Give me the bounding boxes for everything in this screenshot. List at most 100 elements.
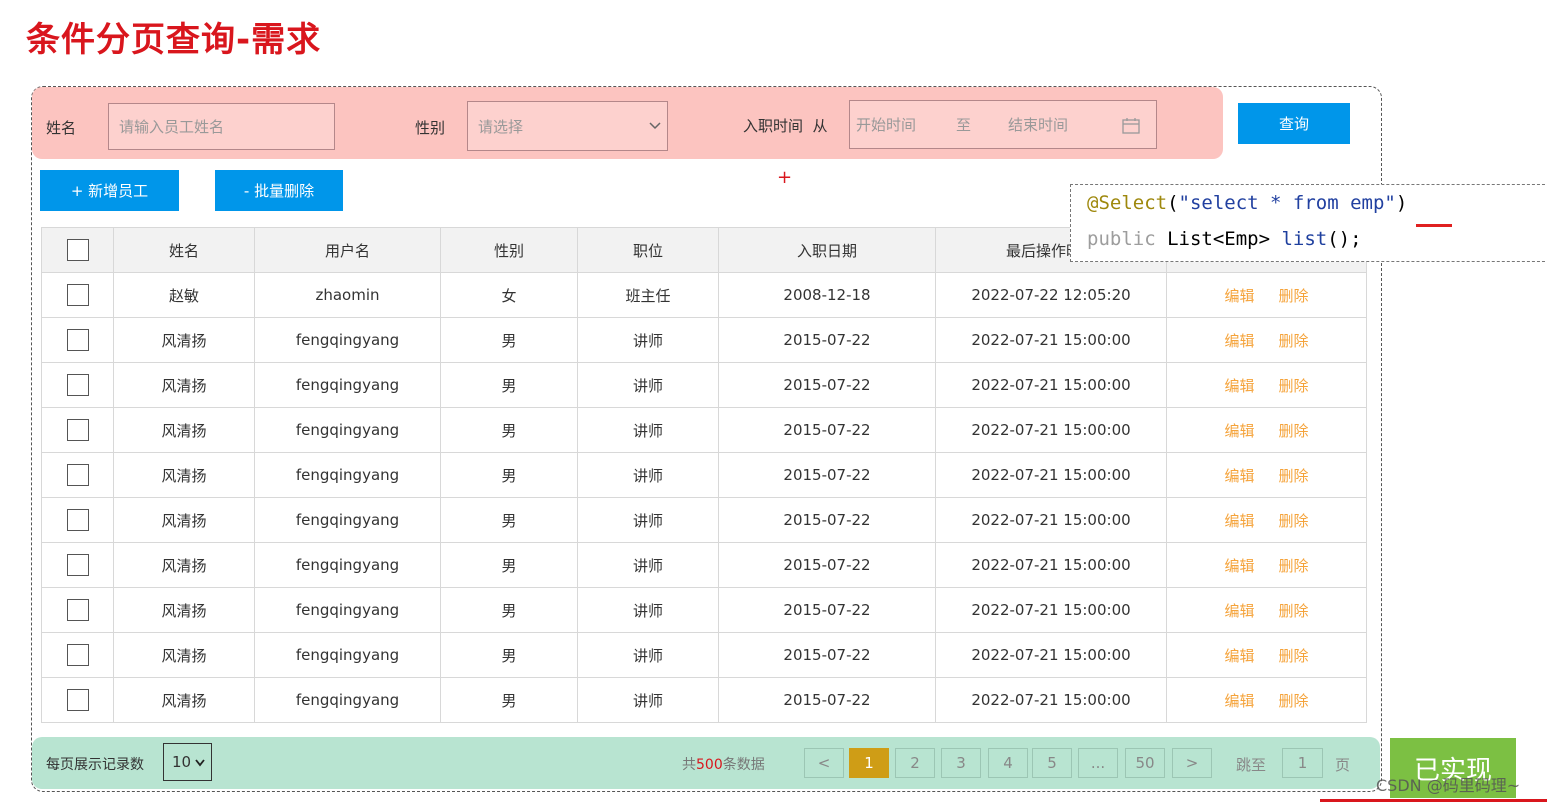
edit-link[interactable]: 编辑: [1224, 287, 1254, 305]
name-placeholder: 请输入员工姓名: [119, 118, 225, 136]
edit-link[interactable]: 编辑: [1224, 557, 1254, 575]
row-checkbox[interactable]: [66, 284, 89, 306]
delete-link[interactable]: 删除: [1279, 287, 1309, 305]
page-size-value: 10: [172, 753, 192, 771]
header-name: 姓名: [113, 227, 255, 273]
select-all-checkbox[interactable]: [66, 239, 89, 261]
table-row: 风清扬 fengqingyang 男 讲师 2015-07-22 2022-07…: [41, 362, 1367, 408]
delete-link[interactable]: 删除: [1279, 602, 1309, 620]
cell-last-op: 2022-07-21 15:00:00: [935, 497, 1167, 543]
cell-operations: 编辑 删除: [1166, 452, 1367, 498]
cell-operations: 编辑 删除: [1166, 587, 1367, 633]
edit-link[interactable]: 编辑: [1224, 332, 1254, 350]
delete-link[interactable]: 删除: [1279, 422, 1309, 440]
cell-entry-date: 2015-07-22: [718, 452, 936, 498]
cell-username: fengqingyang: [254, 362, 441, 408]
add-employee-button[interactable]: + 新增员工: [40, 170, 179, 211]
cell-last-op: 2022-07-21 15:00:00: [935, 677, 1167, 723]
delete-link[interactable]: 删除: [1279, 647, 1309, 665]
row-checkbox[interactable]: [66, 644, 89, 666]
edit-link[interactable]: 编辑: [1224, 647, 1254, 665]
start-date-placeholder: 开始时间: [856, 116, 917, 134]
page-size-label: 每页展示记录数: [46, 757, 144, 773]
page-button-1[interactable]: 1: [849, 748, 889, 778]
entry-date-label: 入职时间 从: [743, 117, 828, 135]
table-row: 风清扬 fengqingyang 男 讲师 2015-07-22 2022-07…: [41, 317, 1367, 363]
code-return-type: List<Emp>: [1167, 228, 1282, 250]
page-button-2[interactable]: 2: [895, 748, 935, 778]
row-checkbox[interactable]: [66, 509, 89, 531]
total-prefix: 共: [682, 757, 696, 773]
edit-link[interactable]: 编辑: [1224, 377, 1254, 395]
next-page-button[interactable]: >: [1172, 748, 1212, 778]
chevron-down-icon: [195, 759, 205, 767]
row-checkbox[interactable]: [66, 419, 89, 441]
row-checkbox[interactable]: [66, 329, 89, 351]
table-row: 风清扬 fengqingyang 男 讲师 2015-07-22 2022-07…: [41, 542, 1367, 588]
red-underline: [1416, 224, 1452, 227]
row-checkbox[interactable]: [66, 689, 89, 711]
total-records: 共500条数据: [682, 754, 765, 774]
cell-position: 讲师: [577, 632, 719, 678]
cell-operations: 编辑 删除: [1166, 317, 1367, 363]
batch-delete-button[interactable]: - 批量删除: [215, 170, 343, 211]
cell-position: 讲师: [577, 362, 719, 408]
code-line-2: public List<Emp> list();: [1087, 228, 1362, 250]
cell-entry-date: 2015-07-22: [718, 542, 936, 588]
page-unit-label: 页: [1335, 756, 1351, 774]
delete-link[interactable]: 删除: [1279, 332, 1309, 350]
edit-link[interactable]: 编辑: [1224, 422, 1254, 440]
cell-position: 班主任: [577, 272, 719, 318]
edit-link[interactable]: 编辑: [1224, 467, 1254, 485]
delete-link[interactable]: 删除: [1279, 467, 1309, 485]
row-checkbox[interactable]: [66, 599, 89, 621]
row-checkbox[interactable]: [66, 464, 89, 486]
cell-gender: 男: [440, 632, 578, 678]
page-button-5[interactable]: 5: [1032, 748, 1072, 778]
edit-link[interactable]: 编辑: [1224, 602, 1254, 620]
cell-gender: 男: [440, 452, 578, 498]
delete-link[interactable]: 删除: [1279, 377, 1309, 395]
code-paren-open: (: [1167, 192, 1179, 214]
jump-page-input[interactable]: 1: [1282, 748, 1323, 778]
cell-username: fengqingyang: [254, 632, 441, 678]
cell-last-op: 2022-07-21 15:00:00: [935, 452, 1167, 498]
page-button-4[interactable]: 4: [988, 748, 1028, 778]
table-row: 风清扬 fengqingyang 男 讲师 2015-07-22 2022-07…: [41, 632, 1367, 678]
delete-link[interactable]: 删除: [1279, 512, 1309, 530]
edit-link[interactable]: 编辑: [1224, 692, 1254, 710]
cell-position: 讲师: [577, 497, 719, 543]
page-button-3[interactable]: 3: [941, 748, 981, 778]
delete-link[interactable]: 删除: [1279, 557, 1309, 575]
cell-gender: 男: [440, 587, 578, 633]
edit-link[interactable]: 编辑: [1224, 512, 1254, 530]
cell-entry-date: 2015-07-22: [718, 317, 936, 363]
cell-entry-date: 2015-07-22: [718, 362, 936, 408]
code-method-name: list: [1281, 228, 1328, 250]
cell-username: fengqingyang: [254, 587, 441, 633]
employee-table: 姓名 用户名 性别 职位 入职日期 最后操作时间 操作 赵敏 zhaomin 女…: [41, 227, 1367, 723]
page-size-select[interactable]: 10: [163, 743, 212, 781]
cell-operations: 编辑 删除: [1166, 677, 1367, 723]
table-row: 赵敏 zhaomin 女 班主任 2008-12-18 2022-07-22 1…: [41, 272, 1367, 318]
date-range-picker[interactable]: 开始时间 至 结束时间: [849, 100, 1157, 149]
page-button-50[interactable]: 50: [1125, 748, 1165, 778]
total-suffix: 条数据: [722, 757, 765, 773]
delete-link[interactable]: 删除: [1279, 692, 1309, 710]
code-public-keyword: public: [1087, 228, 1168, 250]
gender-select[interactable]: 请选择: [467, 101, 668, 151]
row-checkbox[interactable]: [66, 554, 89, 576]
cell-name: 风清扬: [113, 542, 255, 588]
query-button[interactable]: 查询: [1238, 103, 1350, 144]
code-sql-string: "select * from emp": [1178, 192, 1396, 214]
cell-entry-date: 2015-07-22: [718, 632, 936, 678]
cell-last-op: 2022-07-21 15:00:00: [935, 317, 1167, 363]
prev-page-button[interactable]: <: [804, 748, 844, 778]
page-title: 条件分页查询-需求: [26, 20, 322, 60]
row-checkbox[interactable]: [66, 374, 89, 396]
cell-username: fengqingyang: [254, 452, 441, 498]
cell-operations: 编辑 删除: [1166, 272, 1367, 318]
cell-position: 讲师: [577, 452, 719, 498]
name-input[interactable]: 请输入员工姓名: [108, 103, 335, 150]
cell-last-op: 2022-07-21 15:00:00: [935, 587, 1167, 633]
